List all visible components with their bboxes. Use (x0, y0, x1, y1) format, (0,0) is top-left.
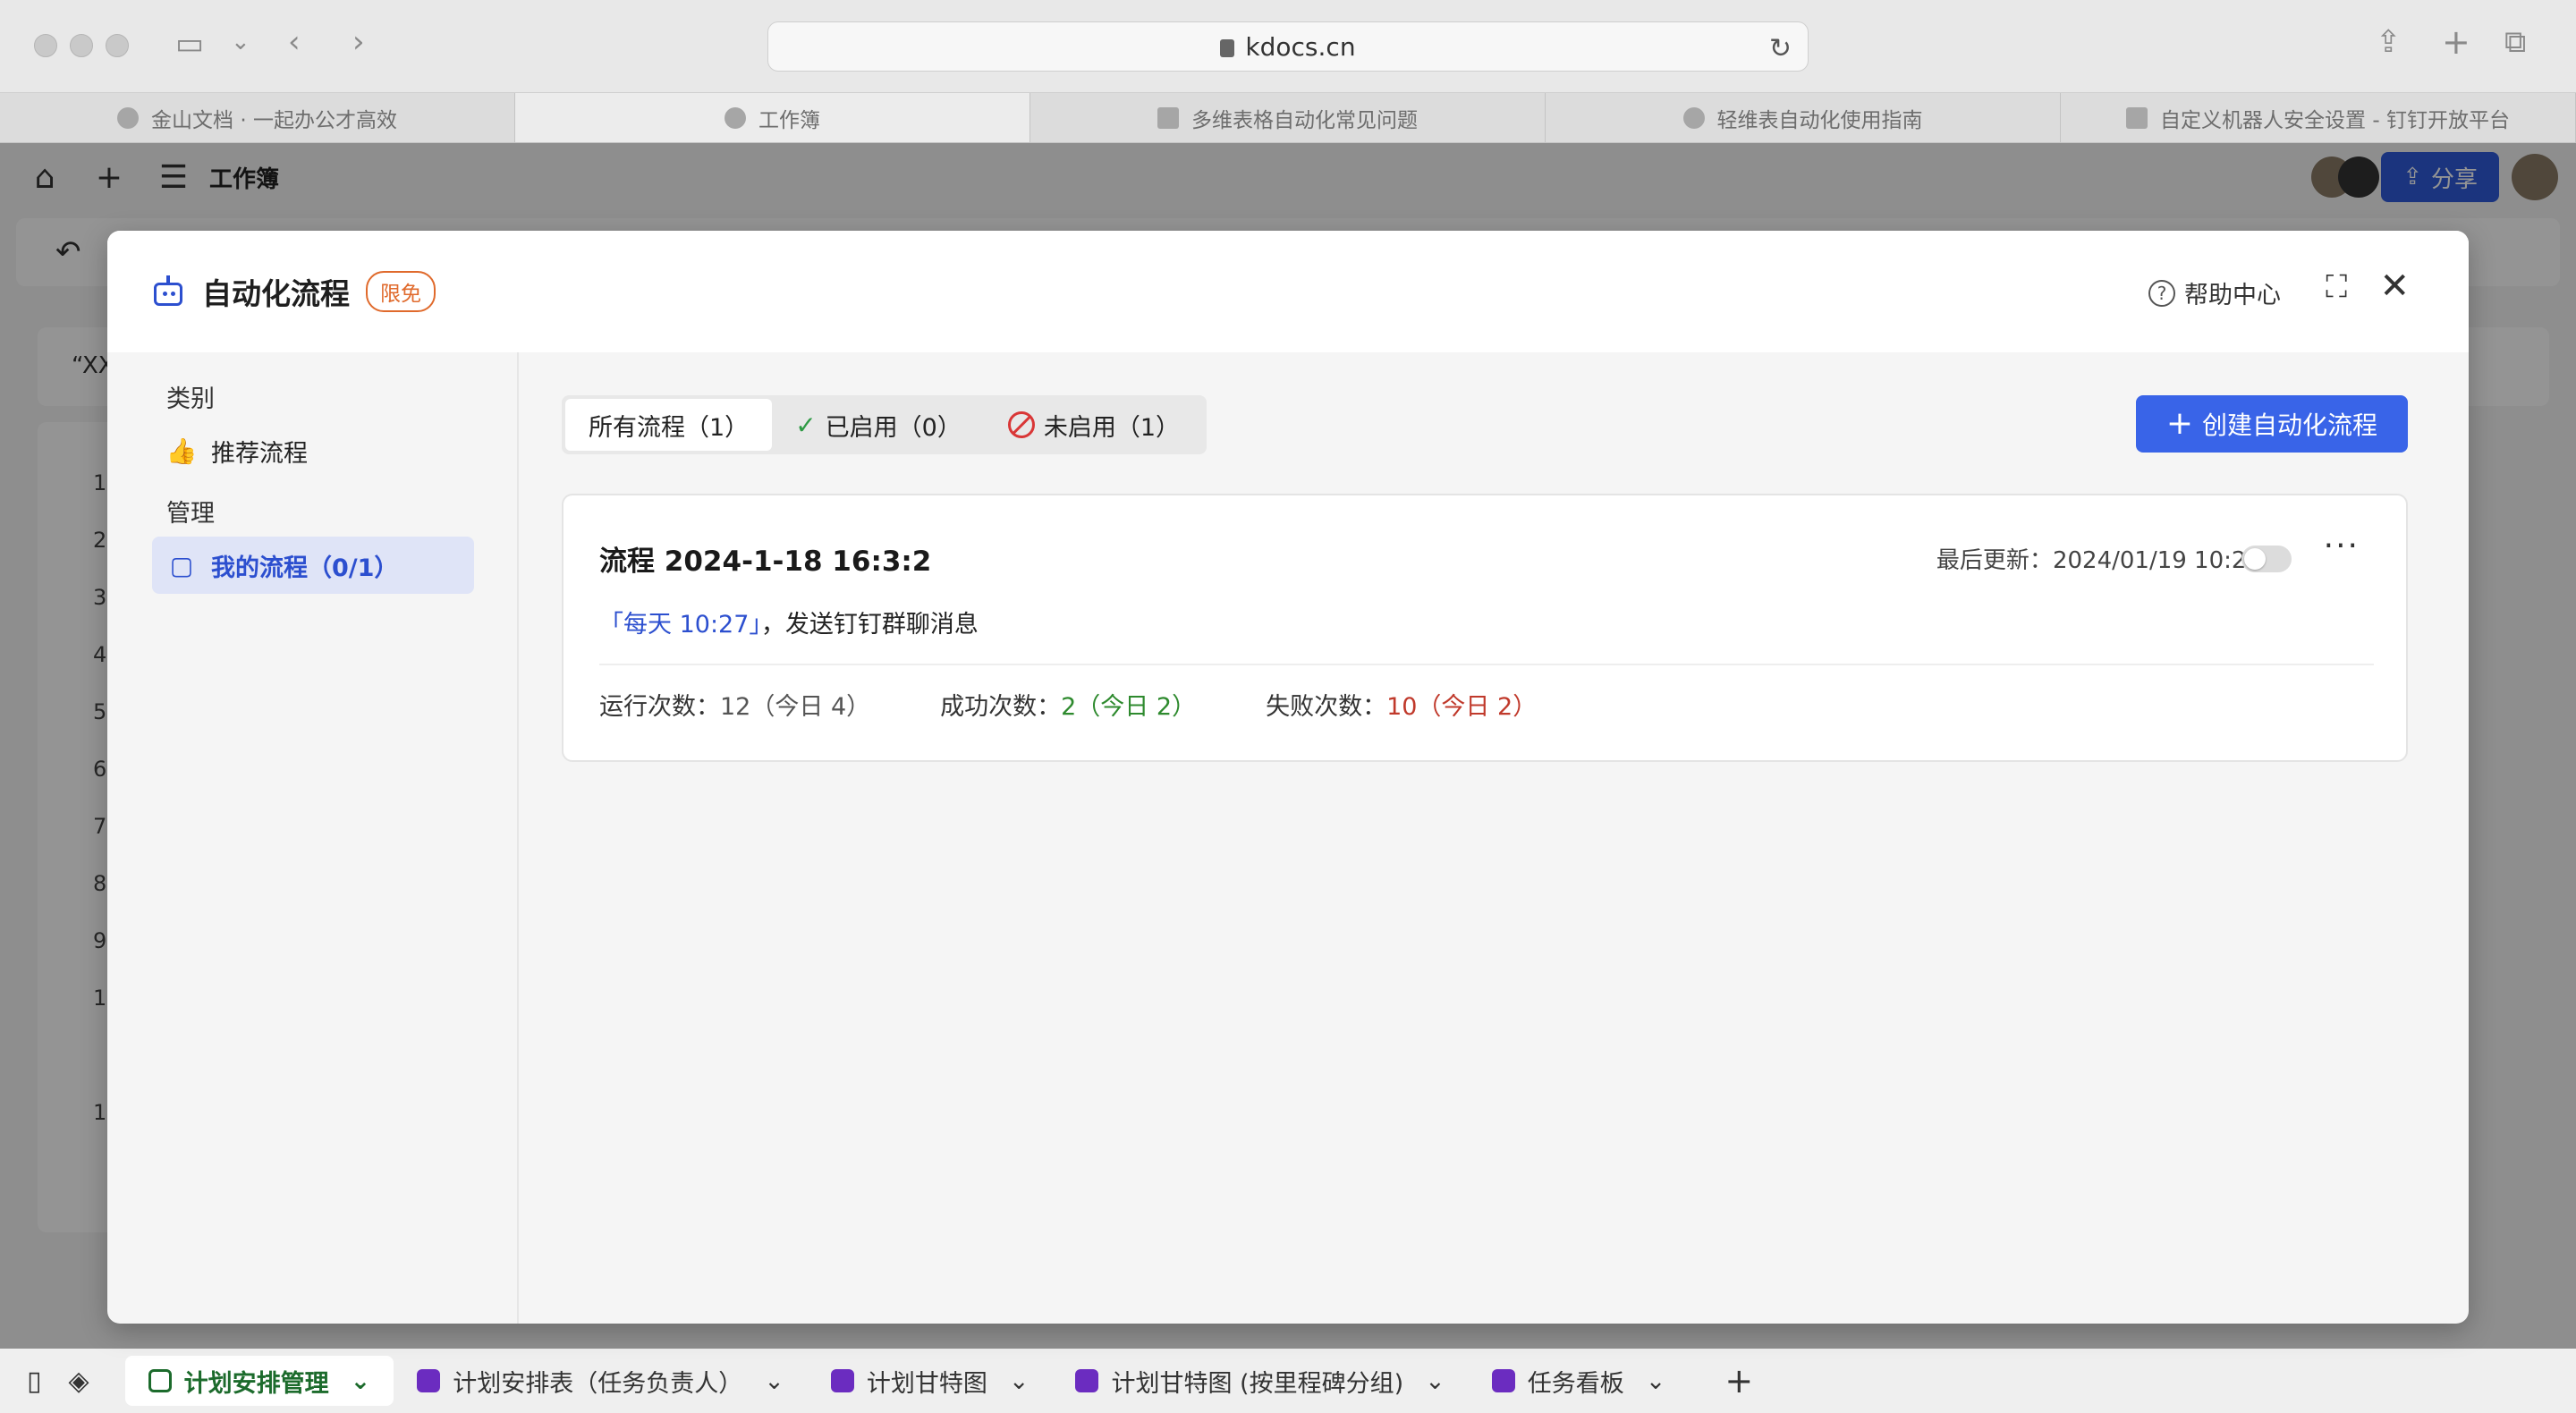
sheet-tabs-bar: ▯ ◈ 计划安排管理 ⌄ 计划安排表（任务负责人） ⌄ 计划甘特图 ⌄ 计划甘特图 (… (0, 1349, 2576, 1413)
question-icon: ? (2148, 279, 2175, 307)
filter-disabled[interactable]: 未启用（1） (985, 399, 1203, 451)
new-tab-icon[interactable]: + (2442, 25, 2470, 59)
sidebar-category-label: 类别 (166, 385, 215, 413)
sheet-tab-gantt-milestone[interactable]: 计划甘特图 (按里程碑分组) ⌄ (1052, 1356, 1468, 1406)
sheet-tab-plan-owner[interactable]: 计划安排表（任务负责人） ⌄ (394, 1356, 808, 1406)
sidebar-manage-label: 管理 (166, 500, 215, 528)
sidebar-item-recommended[interactable]: 👍 推荐流程 (152, 422, 474, 479)
kanban-icon (1491, 1369, 1515, 1392)
browser-tab-kdocs-home[interactable]: 金山文档 · 一起办公才高效 (0, 93, 515, 142)
reload-icon[interactable]: ↻ (1769, 33, 1792, 64)
gantt-icon (1075, 1369, 1099, 1392)
chevron-down-icon[interactable]: ⌄ (764, 1367, 784, 1395)
sidebar-toggle-icon[interactable]: ▭ (175, 29, 204, 59)
free-badge: 限免 (366, 271, 436, 312)
plus-icon: + (2165, 405, 2193, 442)
flow-action: ，发送钉钉群聊消息 (760, 611, 979, 639)
modal-sidebar: 类别 👍 推荐流程 管理 ▢ 我的流程（0/1） (107, 352, 519, 1324)
browser-tab-faq[interactable]: 多维表格自动化常见问题 (1030, 93, 1546, 142)
url-text: kdocs.cn (1245, 31, 1356, 62)
layers-icon[interactable]: ◈ (69, 1366, 89, 1397)
gantt-icon (830, 1369, 854, 1392)
sidebar-panel-icon[interactable]: ▯ (27, 1366, 42, 1397)
automation-modal: 自动化流程 限免 ? 帮助中心 ⛶ ✕ 类别 👍 推荐流程 管理 ▢ 我的流程（… (107, 231, 2469, 1324)
chevron-down-icon[interactable]: ⌄ (1646, 1367, 1666, 1395)
browser-tab-guide[interactable]: 轻维表自动化使用指南 (1546, 93, 2061, 142)
chevron-down-icon[interactable]: ⌄ (1009, 1367, 1030, 1395)
thumbs-up-icon: 👍 (165, 436, 198, 466)
flow-card[interactable]: 流程 2024-1-18 16:3:2 最后更新：2024/01/19 10:2… (562, 494, 2408, 762)
add-sheet-icon[interactable]: + (1724, 1361, 1753, 1400)
browser-tab-workbook[interactable]: 工作簿 (515, 93, 1030, 142)
lock-icon (1220, 39, 1235, 57)
back-icon[interactable]: ‹ (288, 27, 301, 57)
help-center-link[interactable]: ? 帮助中心 (2148, 275, 2281, 310)
table-icon (417, 1369, 441, 1392)
modal-title: 自动化流程 (202, 276, 350, 311)
robot-icon (150, 275, 186, 308)
sheet-tab-gantt[interactable]: 计划甘特图 ⌄ (808, 1356, 1053, 1406)
check-icon: ✓ (795, 410, 817, 440)
document-icon: ▢ (169, 550, 194, 580)
fail-count: 失败次数：10（今日 2） (1266, 693, 1538, 721)
run-count: 运行次数：12（今日 4） (599, 693, 871, 721)
flow-enable-toggle[interactable] (2241, 546, 2292, 572)
flow-stats: 运行次数：12（今日 4） 成功次数：2（今日 2） 失败次数：10（今日 2） (599, 687, 1606, 722)
prohibited-icon (1007, 411, 1035, 438)
dingtalk-favicon-icon (2126, 106, 2148, 129)
sidebar-item-my-flows[interactable]: ▢ 我的流程（0/1） (152, 537, 474, 594)
flow-filter-tabs: 所有流程（1） ✓ 已启用（0） 未启用（1） (562, 395, 1208, 454)
sheet-tab-kanban[interactable]: 任务看板 ⌄ (1469, 1356, 1690, 1406)
fullscreen-icon[interactable]: ⛶ (2326, 272, 2347, 302)
url-bar[interactable]: kdocs.cn ↻ (767, 21, 1809, 72)
sheet-icon (148, 1369, 172, 1392)
flow-updated: 最后更新：2024/01/19 10:27 (1936, 547, 2261, 574)
zoom-window-button[interactable] (106, 34, 129, 57)
success-count: 成功次数：2（今日 2） (940, 693, 1197, 721)
site-favicon-icon (724, 106, 746, 129)
document-favicon-icon (1157, 106, 1179, 129)
close-icon[interactable]: ✕ (2379, 268, 2410, 304)
minimize-window-button[interactable] (70, 34, 93, 57)
flow-description: 「每天 10:27」，发送钉钉群聊消息 (599, 605, 979, 639)
card-divider (599, 664, 2374, 665)
browser-tab-dingtalk[interactable]: 自定义机器人安全设置 - 钉钉开放平台 (2061, 93, 2576, 142)
flow-title: 流程 2024-1-18 16:3:2 (599, 546, 932, 578)
filter-enabled[interactable]: ✓ 已启用（0） (772, 399, 985, 451)
flow-trigger[interactable]: 「每天 10:27」 (599, 611, 761, 639)
close-window-button[interactable] (34, 34, 57, 57)
share-sheet-icon[interactable]: ⇪ (2376, 27, 2402, 57)
browser-tabstrip: 金山文档 · 一起办公才高效 工作簿 多维表格自动化常见问题 轻维表自动化使用指… (0, 93, 2576, 143)
forward-icon[interactable]: › (352, 27, 365, 57)
browser-titlebar: ▭ ⌄ ‹ › kdocs.cn ↻ ⇪ + ⧉ (0, 0, 2576, 93)
filter-all[interactable]: 所有流程（1） (565, 399, 773, 451)
modal-header: 自动化流程 限免 ? 帮助中心 ⛶ ✕ (107, 231, 2469, 352)
more-options-icon[interactable]: ··· (2324, 528, 2360, 564)
sheet-tab-plan-management[interactable]: 计划安排管理 ⌄ (124, 1356, 394, 1406)
chevron-down-icon[interactable]: ⌄ (351, 1367, 371, 1395)
modal-title-group: 自动化流程 限免 (150, 270, 436, 313)
create-flow-button[interactable]: + 创建自动化流程 (2135, 395, 2408, 453)
tab-overview-icon[interactable]: ⧉ (2504, 27, 2526, 57)
site-favicon-icon (117, 106, 140, 129)
chevron-down-icon[interactable]: ⌄ (1425, 1367, 1445, 1395)
site-favicon-icon (1682, 106, 1705, 129)
chevron-down-icon[interactable]: ⌄ (231, 30, 250, 54)
